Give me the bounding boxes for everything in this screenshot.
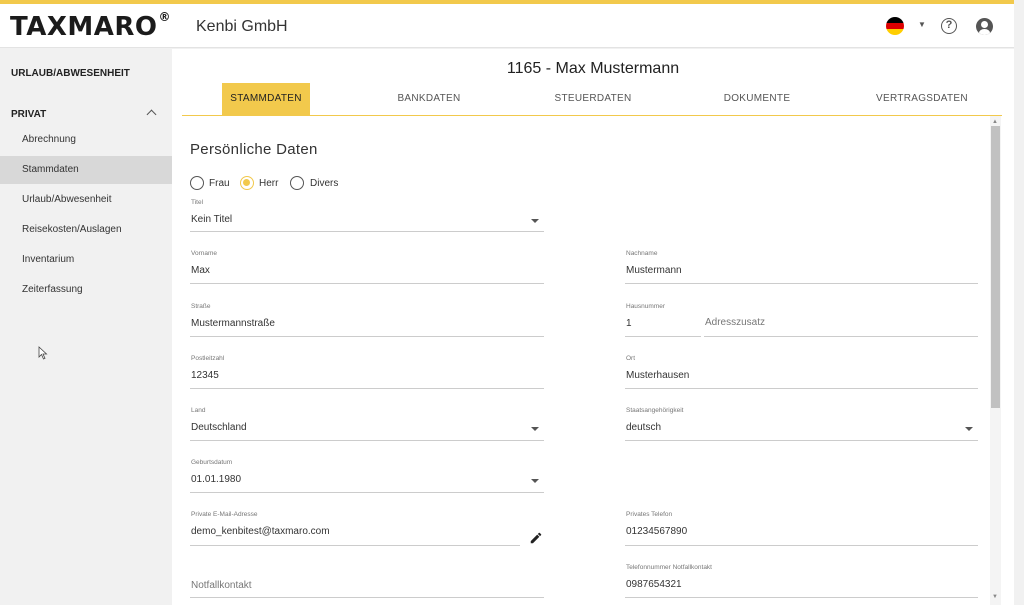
telefon-value: 01234567890 xyxy=(626,526,688,537)
strasse-label: Straße xyxy=(191,303,211,310)
adresszusatz-field[interactable]: Adresszusatz xyxy=(704,303,978,337)
staatsangehoerigkeit-value: deutsch xyxy=(626,422,662,433)
ort-field[interactable]: Ort Musterhausen xyxy=(625,355,978,389)
nachname-label: Nachname xyxy=(626,250,658,257)
sidebar-item-zeiterfassung[interactable]: Zeiterfassung xyxy=(0,276,172,304)
telefon-notfall-field[interactable]: Telefonnummer Notfallkontakt 0987654321 xyxy=(625,564,978,598)
telefon-field[interactable]: Privates Telefon 01234567890 xyxy=(625,511,978,546)
land-label: Land xyxy=(191,407,206,414)
scroll-up-arrow-icon[interactable]: ▲ xyxy=(992,119,998,125)
sidebar-section-urlaub[interactable]: URLAUB/ABWESENHEIT xyxy=(11,68,130,79)
radio-frau[interactable] xyxy=(190,176,204,190)
email-label: Private E-Mail-Adresse xyxy=(191,511,258,518)
vorname-value: Max xyxy=(191,265,210,276)
page-title: 1165 - Max Mustermann xyxy=(506,60,680,77)
chevron-down-icon[interactable]: ▼ xyxy=(918,20,926,29)
chevron-up-icon[interactable] xyxy=(146,108,156,118)
dropdown-arrow-icon xyxy=(531,427,539,431)
sidebar-section-privat[interactable]: PRIVAT xyxy=(11,109,46,120)
postleitzahl-value: 12345 xyxy=(191,370,219,381)
postleitzahl-field[interactable]: Postleitzahl 12345 xyxy=(190,355,544,389)
nachname-value: Mustermann xyxy=(626,265,682,276)
dropdown-arrow-icon xyxy=(965,427,973,431)
sidebar-item-stammdaten[interactable]: Stammdaten xyxy=(0,156,172,184)
postleitzahl-label: Postleitzahl xyxy=(191,355,225,362)
flag-de-icon[interactable] xyxy=(886,17,904,35)
tab-dokumente[interactable]: DOKUMENTE xyxy=(707,83,807,115)
strasse-field[interactable]: Straße Mustermannstraße xyxy=(190,303,544,337)
hausnummer-label: Hausnummer xyxy=(626,303,666,310)
help-icon[interactable]: ? xyxy=(941,18,957,34)
scrollbar-thumb[interactable] xyxy=(991,126,1000,408)
dropdown-arrow-icon xyxy=(531,479,539,483)
taxmaro-logo[interactable]: TAXMARO® xyxy=(10,10,172,42)
tab-stammdaten[interactable]: STAMMDATEN xyxy=(222,83,310,115)
telefon-notfall-label: Telefonnummer Notfallkontakt xyxy=(626,564,712,571)
telefon-label: Privates Telefon xyxy=(626,511,673,518)
radio-divers[interactable] xyxy=(290,176,304,190)
land-select[interactable]: Land Deutschland xyxy=(190,407,544,441)
telefon-notfall-value: 0987654321 xyxy=(626,579,682,590)
titel-label: Titel xyxy=(191,199,204,206)
sidebar-item-abrechnung[interactable]: Abrechnung xyxy=(0,126,172,154)
geburtsdatum-select[interactable]: Geburtsdatum 01.01.1980 xyxy=(190,459,544,493)
edit-pencil-icon[interactable] xyxy=(529,531,543,545)
sidebar-item-urlaub[interactable]: Urlaub/Abwesenheit xyxy=(0,186,172,214)
strasse-value: Mustermannstraße xyxy=(191,318,275,329)
radio-label-divers[interactable]: Divers xyxy=(310,178,338,189)
vorname-field[interactable]: Vorname Max xyxy=(190,250,544,284)
app-header: TAXMARO® Kenbi GmbH ▼ ? xyxy=(0,4,1014,48)
radio-herr[interactable] xyxy=(240,176,254,190)
titel-select[interactable]: Titel Kein Titel xyxy=(190,199,544,232)
main-content: 1165 - Max Mustermann STAMMDATEN BANKDAT… xyxy=(172,49,1014,605)
account-icon[interactable] xyxy=(976,18,993,35)
nachname-field[interactable]: Nachname Mustermann xyxy=(625,250,978,284)
mouse-cursor-icon xyxy=(38,346,48,360)
staatsangehoerigkeit-label: Staatsangehörigkeit xyxy=(626,407,684,414)
titel-value: Kein Titel xyxy=(191,214,233,225)
email-value: demo_kenbitest@taxmaro.com xyxy=(191,526,330,537)
tab-bankdaten[interactable]: BANKDATEN xyxy=(379,83,479,115)
vorname-label: Vorname xyxy=(191,250,218,257)
staatsangehoerigkeit-select[interactable]: Staatsangehörigkeit deutsch xyxy=(625,407,978,441)
hausnummer-field[interactable]: Hausnummer 1 xyxy=(625,303,701,337)
registered-mark: ® xyxy=(158,10,172,25)
geburtsdatum-value: 01.01.1980 xyxy=(191,474,242,485)
radio-label-herr[interactable]: Herr xyxy=(259,178,278,189)
radio-label-frau[interactable]: Frau xyxy=(209,178,230,189)
hausnummer-value: 1 xyxy=(626,318,632,329)
logo-text: TAXMARO xyxy=(10,12,158,42)
adresszusatz-placeholder: Adresszusatz xyxy=(705,317,766,328)
tab-vertragsdaten[interactable]: VERTRAGSDATEN xyxy=(867,83,977,115)
section-title: Persönliche Daten xyxy=(190,141,318,158)
notfallkontakt-placeholder: Notfallkontakt xyxy=(191,580,252,591)
company-name: Kenbi GmbH xyxy=(196,18,288,35)
tab-steuerdaten[interactable]: STEUERDATEN xyxy=(542,83,644,115)
ort-label: Ort xyxy=(626,355,636,362)
ort-value: Musterhausen xyxy=(626,370,690,381)
geburtsdatum-label: Geburtsdatum xyxy=(191,459,233,466)
email-field[interactable]: Private E-Mail-Adresse demo_kenbitest@ta… xyxy=(190,511,520,546)
land-value: Deutschland xyxy=(191,422,247,433)
dropdown-arrow-icon xyxy=(531,219,539,223)
notfallkontakt-field[interactable]: Notfallkontakt xyxy=(190,564,544,598)
sidebar-item-inventarium[interactable]: Inventarium xyxy=(0,246,172,274)
sidebar-item-reisekosten[interactable]: Reisekosten/Auslagen xyxy=(0,216,172,244)
scroll-down-arrow-icon[interactable]: ▼ xyxy=(992,594,998,600)
